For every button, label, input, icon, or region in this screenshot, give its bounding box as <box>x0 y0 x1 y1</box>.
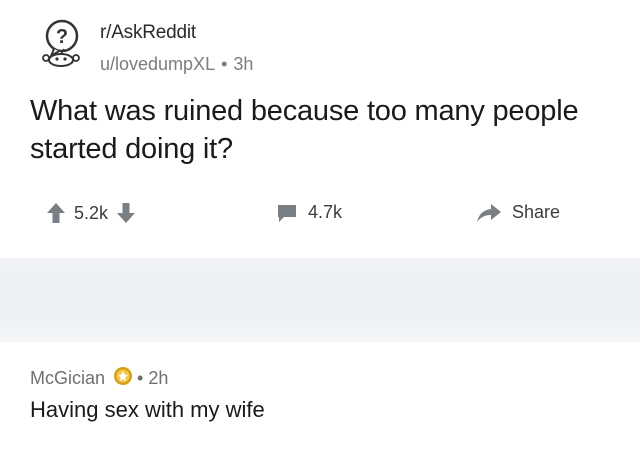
post-age: 3h <box>233 54 254 74</box>
comments-button[interactable]: 4.7k <box>276 202 342 223</box>
subreddit-name[interactable]: r/AskReddit <box>100 22 196 44</box>
post-actions: 5.2k 4.7k Share <box>0 198 640 234</box>
vote-group: 5.2k <box>46 202 136 224</box>
post-title[interactable]: What was ruined because too many people … <box>30 92 610 168</box>
share-label: Share <box>512 202 561 222</box>
downvote-icon[interactable] <box>116 202 136 224</box>
upvote-count: 5.2k <box>74 202 109 223</box>
svg-text:?: ? <box>56 26 68 48</box>
comment-count: 4.7k <box>308 202 343 222</box>
post-author[interactable]: u/lovedumpXL <box>100 54 215 74</box>
post-card: ? r/AskReddit u/lovedumpXL • 3h What was r… <box>0 0 640 258</box>
comment-meta-separator: • <box>137 368 144 388</box>
comment-body[interactable]: Having sex with my wife <box>30 397 265 423</box>
comment-icon <box>276 203 298 223</box>
section-divider <box>0 258 640 342</box>
award-icon <box>113 366 133 391</box>
upvote-icon[interactable] <box>46 202 66 224</box>
comment-author[interactable]: McGician <box>30 368 105 389</box>
comment-meta: McGician • 2h <box>30 366 168 391</box>
comment-age: 2h <box>148 368 169 388</box>
askreddit-logo-icon[interactable]: ? <box>34 16 90 70</box>
comment-card: McGician • 2h Having sex with my wife <box>0 342 640 456</box>
share-icon <box>476 203 502 223</box>
share-button[interactable]: Share <box>476 202 560 223</box>
meta-separator: • <box>221 54 228 74</box>
post-meta: u/lovedumpXL • 3h <box>100 54 253 75</box>
